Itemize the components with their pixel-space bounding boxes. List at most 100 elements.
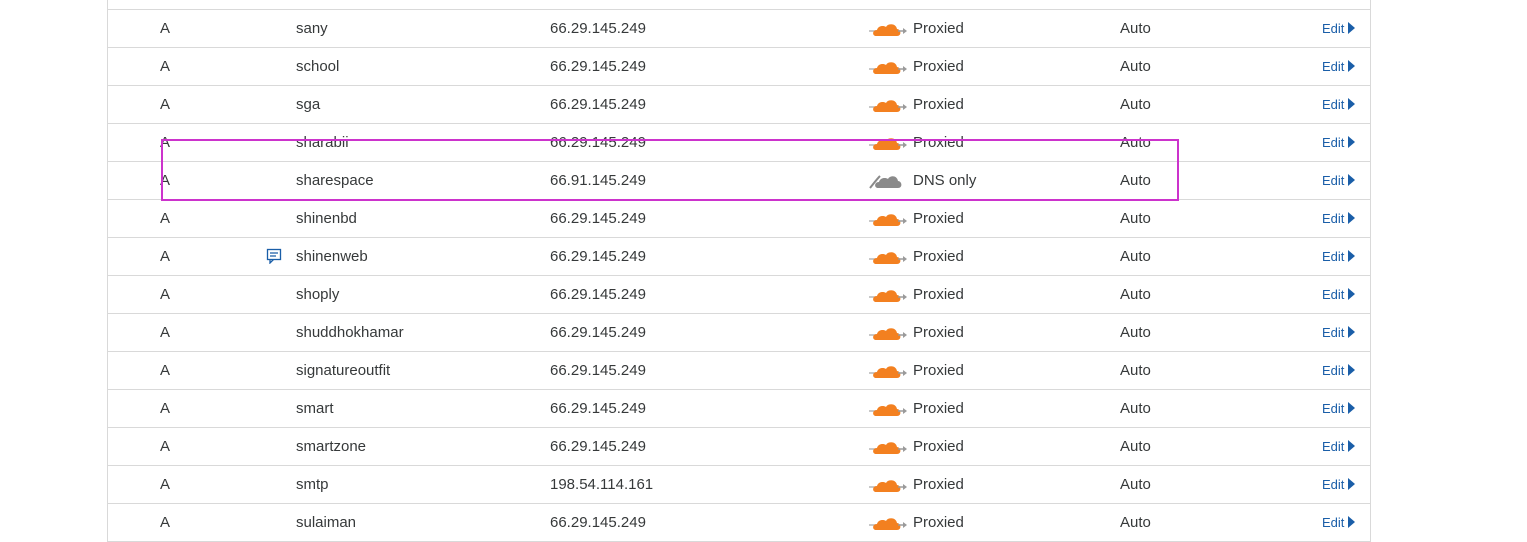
table-row[interactable]: Aschool 66.29.145.249 Proxied Auto Edit xyxy=(108,48,1370,86)
record-ttl: Auto xyxy=(1120,172,1151,189)
record-ttl: Auto xyxy=(1120,400,1151,417)
edit-button[interactable]: Edit xyxy=(1322,325,1356,340)
record-type: A xyxy=(160,324,171,341)
edit-label[interactable]: Edit xyxy=(1322,477,1344,492)
dns-only-cloud-icon[interactable] xyxy=(868,173,908,189)
edit-button[interactable]: Edit xyxy=(1322,287,1356,302)
edit-label[interactable]: Edit xyxy=(1322,21,1344,36)
table-row[interactable]: A xyxy=(108,0,1370,10)
proxied-cloud-icon[interactable] xyxy=(868,439,908,455)
record-name: shinenweb xyxy=(296,248,368,265)
edit-button[interactable]: Edit xyxy=(1322,249,1356,264)
edit-button[interactable]: Edit xyxy=(1322,173,1356,188)
record-content: 66.29.145.249 xyxy=(550,438,646,455)
record-ttl: Auto xyxy=(1120,96,1151,113)
edit-label[interactable]: Edit xyxy=(1322,59,1344,74)
record-content: 66.29.145.249 xyxy=(550,514,646,531)
record-content: 66.29.145.249 xyxy=(550,96,646,113)
proxy-status: Proxied xyxy=(913,438,964,455)
record-ttl: Auto xyxy=(1120,362,1151,379)
proxy-status: Proxied xyxy=(913,248,964,265)
edit-label[interactable]: Edit xyxy=(1322,249,1344,264)
table-row[interactable]: Asulaiman 66.29.145.249 Proxied Auto Edit xyxy=(108,504,1370,542)
record-type: A xyxy=(160,476,171,493)
proxied-cloud-icon[interactable] xyxy=(868,135,908,151)
caret-right-icon xyxy=(1348,402,1356,414)
record-name: signatureoutfit xyxy=(296,362,391,379)
record-name: sga xyxy=(296,96,321,113)
record-content: 66.91.145.249 xyxy=(550,172,646,189)
table-row[interactable]: Asmartzone 66.29.145.249 Proxied Auto Edit xyxy=(108,428,1370,466)
caret-right-icon xyxy=(1348,440,1356,452)
record-content: 66.29.145.249 xyxy=(550,248,646,265)
table-row[interactable]: Asga 66.29.145.249 Proxied Auto Edit xyxy=(108,86,1370,124)
edit-button[interactable]: Edit xyxy=(1322,211,1356,226)
edit-label[interactable]: Edit xyxy=(1322,439,1344,454)
table-row[interactable]: Ashuddhokhamar 66.29.145.249 Proxied Auto Ed… xyxy=(108,314,1370,352)
record-type: A xyxy=(160,20,171,37)
record-name: sharespace xyxy=(296,172,374,189)
record-content: 66.29.145.249 xyxy=(550,134,646,151)
record-name: smartzone xyxy=(296,438,367,455)
caret-right-icon xyxy=(1348,174,1356,186)
record-content: 198.54.114.161 xyxy=(550,476,654,493)
edit-label[interactable]: Edit xyxy=(1322,363,1344,378)
proxied-cloud-icon[interactable] xyxy=(868,211,908,227)
table-row[interactable]: Asmart 66.29.145.249 Proxied Auto Edit xyxy=(108,390,1370,428)
table-row[interactable]: Asany 66.29.145.249 Proxied Auto Edit xyxy=(108,10,1370,48)
edit-button[interactable]: Edit xyxy=(1322,59,1356,74)
edit-label[interactable]: Edit xyxy=(1322,287,1344,302)
edit-button[interactable]: Edit xyxy=(1322,135,1356,150)
record-name: shinenbd xyxy=(296,210,357,227)
caret-right-icon xyxy=(1348,364,1356,376)
record-content: 66.29.145.249 xyxy=(550,286,646,303)
record-content: 66.29.145.249 xyxy=(550,400,646,417)
proxied-cloud-icon[interactable] xyxy=(868,249,908,265)
proxied-cloud-icon[interactable] xyxy=(868,21,908,37)
proxied-cloud-icon[interactable] xyxy=(868,515,908,531)
proxied-cloud-icon[interactable] xyxy=(868,401,908,417)
comment-icon[interactable] xyxy=(266,248,282,265)
edit-button[interactable]: Edit xyxy=(1322,515,1356,530)
proxy-status: Proxied xyxy=(913,20,964,37)
caret-right-icon xyxy=(1348,478,1356,490)
table-row[interactable]: Ashinenbd 66.29.145.249 Proxied Auto Edit xyxy=(108,200,1370,238)
table-row[interactable]: Ashoply 66.29.145.249 Proxied Auto Edit xyxy=(108,276,1370,314)
table-row[interactable]: Asignatureoutfit 66.29.145.249 Proxied Auto… xyxy=(108,352,1370,390)
record-content: 66.29.145.249 xyxy=(550,362,646,379)
record-type: A xyxy=(160,134,171,151)
edit-label[interactable]: Edit xyxy=(1322,325,1344,340)
edit-label[interactable]: Edit xyxy=(1322,211,1344,226)
edit-button[interactable]: Edit xyxy=(1322,21,1356,36)
proxied-cloud-icon[interactable] xyxy=(868,287,908,303)
edit-button[interactable]: Edit xyxy=(1322,97,1356,112)
edit-button[interactable]: Edit xyxy=(1322,477,1356,492)
table-row[interactable]: Ashinenweb 66.29.145.249 Proxied Auto Edit xyxy=(108,238,1370,276)
edit-label[interactable]: Edit xyxy=(1322,173,1344,188)
edit-label[interactable]: Edit xyxy=(1322,97,1344,112)
proxied-cloud-icon[interactable] xyxy=(868,363,908,379)
proxied-cloud-icon[interactable] xyxy=(868,477,908,493)
record-type: A xyxy=(160,362,171,379)
caret-right-icon xyxy=(1348,136,1356,148)
record-type: A xyxy=(160,58,171,75)
caret-right-icon xyxy=(1348,250,1356,262)
edit-label[interactable]: Edit xyxy=(1322,515,1344,530)
proxy-status: Proxied xyxy=(913,96,964,113)
edit-button[interactable]: Edit xyxy=(1322,439,1356,454)
table-row[interactable]: Asharespace 66.91.145.249 DNS only Auto Edit xyxy=(108,162,1370,200)
record-name: sany xyxy=(296,20,328,37)
record-type: A xyxy=(160,248,171,265)
edit-button[interactable]: Edit xyxy=(1322,363,1356,378)
edit-label[interactable]: Edit xyxy=(1322,135,1344,150)
proxied-cloud-icon[interactable] xyxy=(868,325,908,341)
table-row[interactable]: Asmtp 198.54.114.161 Proxied Auto Edit xyxy=(108,466,1370,504)
proxied-cloud-icon[interactable] xyxy=(868,97,908,113)
proxied-cloud-icon[interactable] xyxy=(868,59,908,75)
proxy-status: Proxied xyxy=(913,286,964,303)
record-type: A xyxy=(160,400,171,417)
edit-label[interactable]: Edit xyxy=(1322,401,1344,416)
edit-button[interactable]: Edit xyxy=(1322,401,1356,416)
caret-right-icon xyxy=(1348,212,1356,224)
table-row[interactable]: Asharabii 66.29.145.249 Proxied Auto Edit xyxy=(108,124,1370,162)
